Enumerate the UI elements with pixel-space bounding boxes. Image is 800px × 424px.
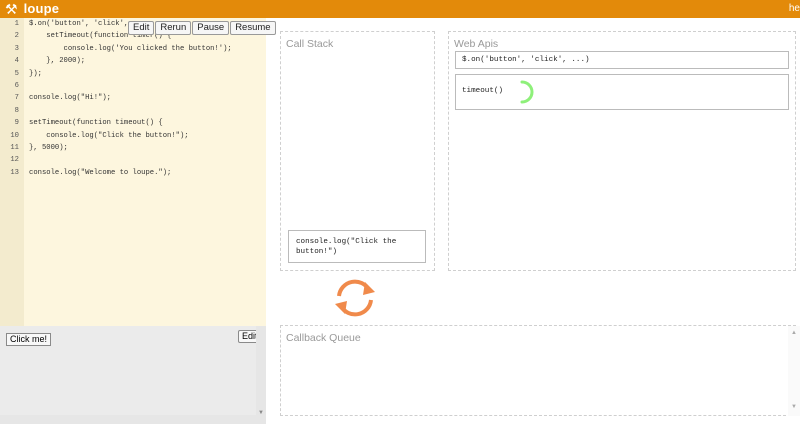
code-editor[interactable]: 1 $.on('button', 'click', 2 setTimeout(fu… bbox=[0, 18, 266, 326]
tools-icon: ⚒ bbox=[5, 1, 18, 17]
event-loop-icon bbox=[335, 279, 375, 317]
rerun-button[interactable]: Rerun bbox=[155, 21, 192, 35]
html-panel-horizontal-scrollbar[interactable] bbox=[0, 415, 266, 424]
resume-button[interactable]: Resume bbox=[230, 21, 276, 35]
line-number: 12 bbox=[10, 156, 19, 165]
line-number: 7 bbox=[14, 94, 19, 103]
click-me-button[interactable]: Click me! bbox=[6, 333, 52, 346]
code-text[interactable]: }); bbox=[29, 70, 42, 78]
editor-toolbar: Edit Rerun Pause Resume bbox=[128, 21, 276, 35]
help-link[interactable]: he bbox=[789, 0, 800, 18]
code-text[interactable]: setTimeout(function timeout() { bbox=[29, 119, 163, 127]
web-api-item: $.on('button', 'click', ...) bbox=[455, 51, 789, 69]
callback-queue-scrollbar[interactable]: ▲ ▼ bbox=[788, 326, 800, 416]
code-text[interactable]: }, 2000); bbox=[29, 57, 85, 65]
web-api-item-label: $.on('button', 'click', ...) bbox=[462, 56, 590, 64]
line-number: 5 bbox=[14, 69, 19, 78]
top-bar: ⚒ loupe he bbox=[0, 0, 800, 18]
code-text[interactable]: console.log("Welcome to loupe."); bbox=[29, 169, 171, 177]
code-text[interactable]: $.on('button', 'click', bbox=[29, 20, 133, 28]
scroll-down-icon[interactable]: ▼ bbox=[791, 404, 797, 410]
web-api-item: timeout() bbox=[455, 74, 789, 110]
pause-button[interactable]: Pause bbox=[192, 21, 230, 35]
html-preview-panel: Click me! Edit ▼ bbox=[0, 326, 266, 424]
edit-button[interactable]: Edit bbox=[128, 21, 155, 35]
line-number: 4 bbox=[14, 57, 19, 66]
call-stack-title: Call Stack bbox=[286, 38, 334, 50]
code-text[interactable]: }, 5000); bbox=[29, 144, 68, 152]
callback-queue-title: Callback Queue bbox=[286, 332, 361, 344]
code-text[interactable]: console.log("Click the button!"); bbox=[29, 132, 188, 140]
call-stack-frame: console.log("Click the button!") bbox=[288, 230, 426, 263]
line-number: 1 bbox=[14, 20, 19, 28]
code-text[interactable]: console.log("Hi!"); bbox=[29, 94, 111, 102]
callback-queue-panel: Callback Queue bbox=[280, 325, 796, 416]
app-name: loupe bbox=[23, 1, 60, 16]
line-number: 2 bbox=[14, 32, 19, 41]
code-text[interactable]: console.log('You clicked the button!'); bbox=[29, 45, 232, 53]
web-apis-title: Web Apis bbox=[454, 38, 499, 50]
line-number: 6 bbox=[14, 82, 19, 90]
spinner-icon bbox=[520, 80, 534, 104]
line-number: 3 bbox=[14, 44, 19, 53]
web-api-item-label: timeout() bbox=[462, 87, 504, 95]
call-stack-frame-label: console.log("Click the button!") bbox=[296, 238, 397, 256]
html-panel-vertical-scrollbar[interactable]: ▼ bbox=[256, 326, 266, 418]
line-number: 13 bbox=[10, 168, 19, 177]
line-number: 8 bbox=[14, 106, 19, 115]
line-number: 10 bbox=[10, 131, 19, 140]
line-number: 9 bbox=[14, 119, 19, 128]
scroll-up-icon[interactable]: ▲ bbox=[791, 330, 797, 336]
app-logo[interactable]: ⚒ loupe bbox=[5, 0, 59, 18]
line-number: 11 bbox=[10, 144, 19, 152]
